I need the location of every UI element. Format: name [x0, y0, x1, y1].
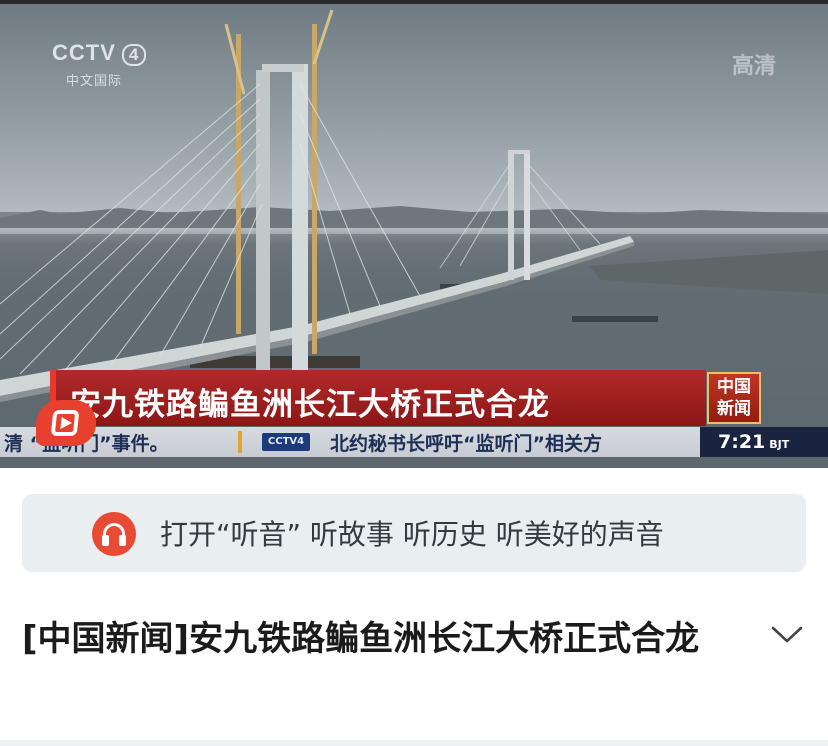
listen-audio-banner[interactable]: 打开“听音” 听故事 听历史 听美好的声音: [22, 494, 806, 572]
video-headline-text: 安九铁路鳊鱼洲长江大桥正式合龙: [70, 387, 550, 423]
play-triangle: [50, 410, 80, 436]
channel-subtitle: 中文国际: [66, 74, 123, 89]
broadcast-clock: 7:21 BJT: [700, 427, 828, 457]
news-logo-line2: 新闻: [717, 399, 751, 419]
channel-number: 4: [121, 44, 147, 66]
play-icon[interactable]: [36, 400, 96, 446]
ticker-right-text: 北约秘书长呼吁“监听门”相关方: [330, 433, 602, 455]
clock-time: 7:21: [718, 431, 766, 453]
clock-timezone: BJT: [769, 438, 790, 451]
chevron-down-icon[interactable]: [770, 622, 804, 646]
ticker-channel-logo: CCTV4: [262, 433, 310, 451]
news-logo-line1: 中国: [717, 377, 751, 397]
headphones-icon: [92, 512, 136, 556]
china-news-logo: 中国 新闻: [707, 372, 761, 424]
ticker-separator: [238, 431, 242, 453]
listen-banner-text: 打开“听音” 听故事 听历史 听美好的声音: [160, 518, 664, 551]
quality-mark: 高清: [731, 54, 776, 79]
article-title: [中国新闻]安九铁路鳊鱼洲长江大桥正式合龙: [22, 619, 700, 659]
video-headline-banner: 安九铁路鳊鱼洲长江大桥正式合龙: [50, 370, 706, 426]
bottom-divider: [0, 740, 828, 746]
cctv-logo: CCTV 4: [52, 40, 147, 66]
